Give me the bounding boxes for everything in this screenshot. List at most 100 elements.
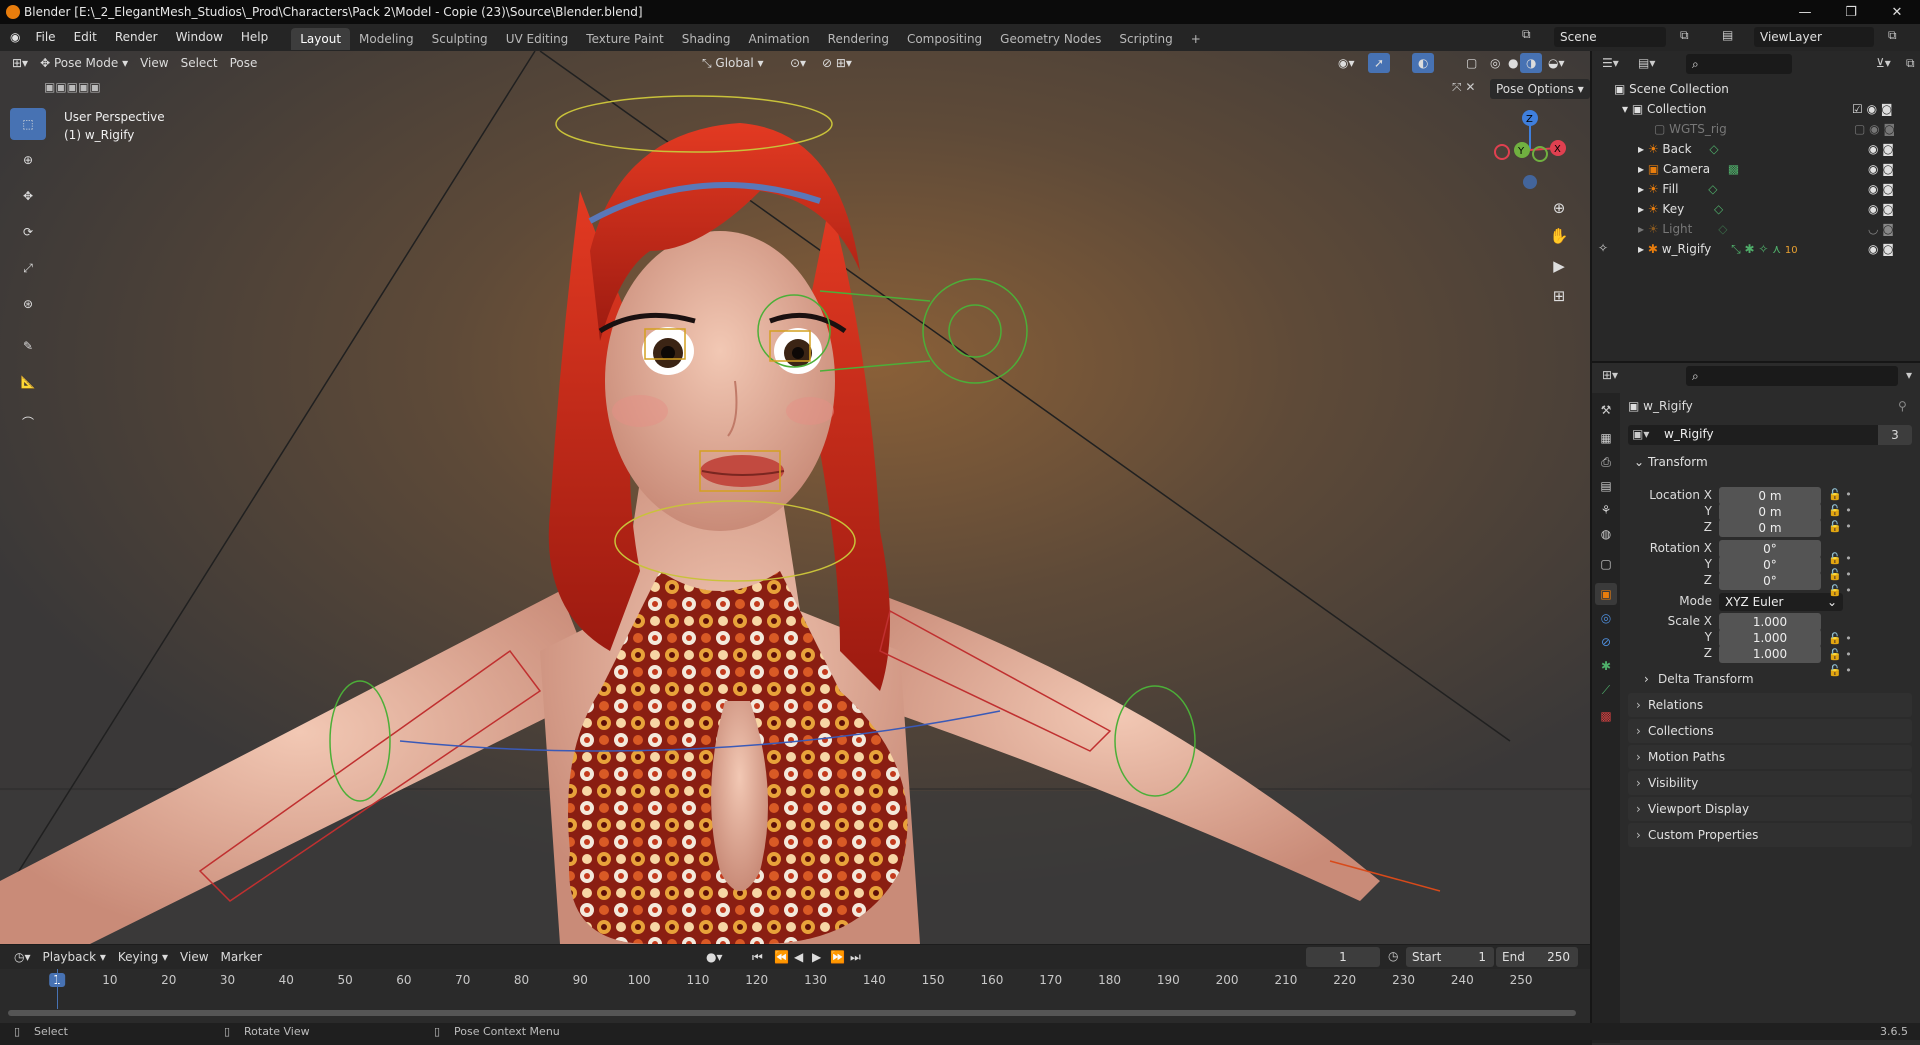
outliner-item-camera[interactable]: ▸ ▣ Camera ▩ ◉ ◙ bbox=[1592, 159, 1920, 179]
lock-and-keyframe-icons[interactable]: 🔓 • 🔓 • 🔓 • 🔓 • 🔓 • 🔓 • 🔓 • 🔓 • 🔓 • bbox=[1828, 487, 1852, 679]
collection-checkbox[interactable]: ☑ ◉ ◙ bbox=[1852, 99, 1893, 119]
pose-options-dropdown[interactable]: Pose Options ▾ bbox=[1490, 79, 1590, 99]
area-divider[interactable] bbox=[1590, 51, 1592, 1023]
outliner-item-w-rigify[interactable]: ▸ ✱ w_Rigify ⤡ ✱ ✧ ⋏ 10 ◉ ◙ bbox=[1592, 239, 1920, 259]
cursor-tool[interactable]: ⊕ bbox=[10, 144, 46, 176]
scale-tool[interactable]: ⤢ bbox=[10, 252, 46, 284]
viewport-menu-view[interactable]: View bbox=[134, 53, 174, 73]
rotate-tool[interactable]: ⟳ bbox=[10, 216, 46, 248]
ortho-grid-icon[interactable]: ⊞ bbox=[1545, 282, 1573, 310]
tab-animation[interactable]: Animation bbox=[739, 28, 818, 50]
modifier-tab-icon[interactable]: ◎ bbox=[1595, 607, 1617, 629]
rotation-z-field[interactable]: 0° bbox=[1719, 572, 1821, 590]
texture-tab-icon[interactable]: ▩ bbox=[1595, 705, 1617, 727]
outliner-item-key[interactable]: ▸ ☀ Key ◇ ◉ ◙ bbox=[1592, 199, 1920, 219]
item-visibility-icons[interactable]: ◉ ◙ bbox=[1868, 139, 1894, 159]
properties-search-input[interactable]: ⌕ bbox=[1686, 366, 1898, 386]
properties-options-icon[interactable]: ▾ bbox=[1906, 368, 1912, 382]
select-mode-icons[interactable]: ▣▣▣▣▣ bbox=[44, 80, 138, 96]
transform-panel-header[interactable]: ⌄ Transform bbox=[1628, 451, 1912, 473]
shading-rendered-icon[interactable]: ◒▾ bbox=[1542, 53, 1571, 73]
view-layer-icon[interactable]: ▤ bbox=[1722, 28, 1733, 42]
jump-end-icon[interactable]: ⏭ bbox=[844, 947, 867, 967]
properties-editor-icon[interactable]: ⊞▾ bbox=[1602, 368, 1618, 382]
camera-view-icon[interactable]: ▶ bbox=[1545, 252, 1573, 280]
custom-properties-panel[interactable]: Custom Properties bbox=[1628, 823, 1912, 847]
pan-hand-icon[interactable]: ✋ bbox=[1545, 222, 1573, 250]
expand-arrow-icon[interactable]: ▸ bbox=[1638, 182, 1648, 196]
visibility-panel[interactable]: Visibility bbox=[1628, 771, 1912, 795]
snap-icon[interactable]: ⊘ ⊞▾ bbox=[816, 53, 858, 73]
menu-render[interactable]: Render bbox=[106, 24, 167, 51]
close-window-button[interactable]: ✕ bbox=[1874, 0, 1920, 24]
collection-row[interactable]: ▾ ▣ Collection ☑ ◉ ◙ bbox=[1592, 99, 1920, 119]
tab-layout[interactable]: Layout bbox=[291, 27, 351, 50]
tool-tab-icon[interactable]: ⚒ bbox=[1595, 399, 1617, 421]
bone-tab-icon[interactable]: ⟋ bbox=[1595, 679, 1617, 701]
menu-file[interactable]: File bbox=[26, 24, 64, 51]
start-frame-field[interactable]: Start 1 bbox=[1406, 947, 1494, 967]
expand-arrow-icon[interactable]: ▸ bbox=[1638, 202, 1648, 216]
item-visibility-icons[interactable]: ◉ ◙ bbox=[1868, 179, 1894, 199]
view-layer-tab-icon[interactable]: ▤ bbox=[1595, 475, 1617, 497]
visibility-icon[interactable]: ◉▾ bbox=[1332, 53, 1361, 73]
scene-selector[interactable]: Scene bbox=[1554, 27, 1666, 47]
navigation-gizmo[interactable]: Z X Y bbox=[1490, 108, 1570, 193]
select-box-tool[interactable]: ⬚ bbox=[10, 108, 46, 140]
bone-tool[interactable]: ⌒ bbox=[10, 406, 46, 438]
tab-uv-editing[interactable]: UV Editing bbox=[497, 28, 578, 50]
outliner-item-light[interactable]: ▸ ☀ Light ◇ ◡ ◙ bbox=[1592, 219, 1920, 239]
zoom-icon[interactable]: ⊕ bbox=[1545, 194, 1573, 222]
collections-panel[interactable]: Collections bbox=[1628, 719, 1912, 743]
expand-arrow-icon[interactable]: ▸ bbox=[1638, 162, 1648, 176]
tab-rendering[interactable]: Rendering bbox=[819, 28, 898, 50]
menu-help[interactable]: Help bbox=[232, 24, 277, 51]
jump-start-icon[interactable]: ⏮ bbox=[746, 947, 769, 967]
orientation-selector[interactable]: ⤡ Global ▾ bbox=[696, 53, 770, 73]
tab-scripting[interactable]: Scripting bbox=[1110, 28, 1181, 50]
timeline-view-menu[interactable]: View bbox=[174, 947, 214, 967]
playhead[interactable] bbox=[57, 969, 58, 1009]
motion-paths-panel[interactable]: Motion Paths bbox=[1628, 745, 1912, 769]
object-name-field[interactable]: w_Rigify bbox=[1664, 427, 1714, 441]
relations-panel[interactable]: Relations bbox=[1628, 693, 1912, 717]
menu-window[interactable]: Window bbox=[167, 24, 232, 51]
view-layer-selector[interactable]: ViewLayer bbox=[1754, 27, 1874, 47]
outliner-item-back[interactable]: ▸ ☀ Back ◇ ◉ ◙ bbox=[1592, 139, 1920, 159]
expand-arrow-icon[interactable]: ▸ bbox=[1638, 142, 1648, 156]
timeline[interactable]: 1102030405060708090100110120130140150160… bbox=[0, 969, 1590, 1023]
viewport-menu-select[interactable]: Select bbox=[175, 53, 224, 73]
expand-arrow-icon[interactable]: ▸ bbox=[1638, 242, 1648, 256]
marker-menu[interactable]: Marker bbox=[215, 947, 268, 967]
scene-collection-row[interactable]: ▣ Scene Collection bbox=[1592, 79, 1920, 99]
gizmo-toggle-icon[interactable]: ➚ bbox=[1368, 53, 1391, 73]
editor-type-icon[interactable]: ⊞▾ bbox=[6, 53, 34, 73]
viewport-menu-pose[interactable]: Pose bbox=[224, 53, 264, 73]
keying-menu[interactable]: Keying ▾ bbox=[112, 947, 174, 967]
timeline-scrollbar[interactable] bbox=[8, 1010, 1576, 1016]
annotate-tool[interactable]: ✎ bbox=[10, 330, 46, 362]
tab-sculpting[interactable]: Sculpting bbox=[423, 28, 497, 50]
measure-tool[interactable]: 📐 bbox=[10, 366, 46, 398]
record-icon[interactable]: ●▾ bbox=[700, 947, 729, 967]
filter-icon[interactable]: ⊻▾ bbox=[1876, 56, 1891, 70]
outliner-item-wgts-rig[interactable]: ▢ WGTS_rig ▢ ◉ ◙ bbox=[1592, 119, 1920, 139]
outliner-search-input[interactable]: ⌕ bbox=[1686, 54, 1792, 74]
area-divider[interactable] bbox=[1592, 361, 1920, 363]
overlay-toggle-icon[interactable]: ◐ bbox=[1412, 53, 1435, 73]
maximize-button[interactable]: ❐ bbox=[1828, 0, 1874, 24]
3d-viewport[interactable] bbox=[0, 51, 1590, 944]
scene-tab-icon[interactable]: ⚘ bbox=[1595, 499, 1617, 521]
new-view-layer-icon[interactable]: ⧉ bbox=[1888, 28, 1897, 43]
location-z-field[interactable]: 0 m bbox=[1719, 519, 1821, 537]
shading-material-icon[interactable]: ◑ bbox=[1520, 53, 1543, 73]
playback-menu[interactable]: Playback ▾ bbox=[37, 947, 112, 967]
move-tool[interactable]: ✥ bbox=[10, 180, 46, 212]
menu-edit[interactable]: Edit bbox=[65, 24, 106, 51]
render-tab-icon[interactable]: ▦ bbox=[1595, 427, 1617, 449]
add-workspace-icon[interactable]: + bbox=[1182, 28, 1210, 50]
timeline-editor-icon[interactable]: ◷▾ bbox=[8, 947, 37, 967]
output-tab-icon[interactable]: ⎙ bbox=[1595, 451, 1617, 473]
constraint-tab-icon[interactable]: ⊘ bbox=[1595, 631, 1617, 653]
object-tab-icon[interactable]: ▣ bbox=[1595, 583, 1617, 605]
